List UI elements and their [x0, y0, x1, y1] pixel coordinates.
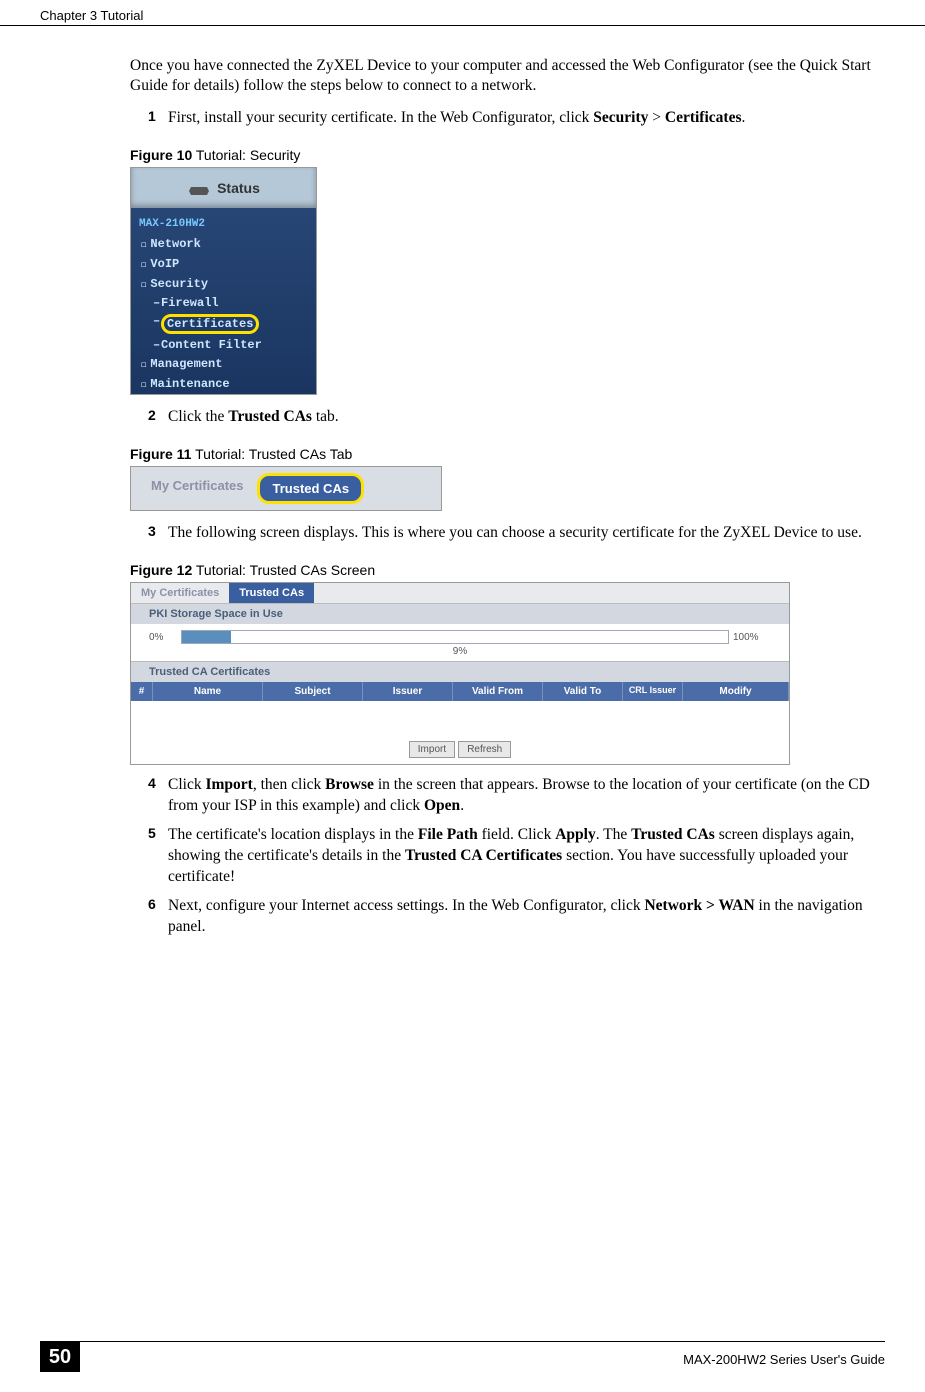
nav-content-filter[interactable]: Content Filter — [131, 336, 316, 354]
cert-table-header: # Name Subject Issuer Valid From Valid T… — [131, 682, 789, 701]
col-valid-to: Valid To — [543, 682, 623, 701]
page-header: Chapter 3 Tutorial — [0, 0, 925, 26]
cert-buttons: Import Refresh — [131, 737, 789, 764]
step-text: The certificate's location displays in t… — [168, 825, 885, 888]
col-subject: Subject — [263, 682, 363, 701]
highlight-certificates: Certificates — [161, 314, 259, 334]
storage-100pct: 100% — [733, 632, 771, 643]
tab-my-certificates[interactable]: My Certificates — [139, 473, 255, 504]
step-text: Click the Trusted CAs tab. — [168, 407, 339, 428]
step-number: 1 — [148, 108, 168, 129]
col-modify: Modify — [683, 682, 789, 701]
step-number: 5 — [148, 825, 168, 888]
chapter-label: Chapter 3 Tutorial — [40, 8, 143, 23]
nav-status-button[interactable]: Status — [131, 168, 316, 208]
figure-11-tabs: My Certificates Trusted CAs — [130, 466, 442, 511]
refresh-button[interactable]: Refresh — [458, 741, 511, 758]
step-text: The following screen displays. This is w… — [168, 523, 862, 544]
storage-row: 0% 100% — [131, 624, 789, 646]
figure-11-label: Figure 11 Tutorial: Trusted CAs Tab — [130, 446, 885, 462]
col-name: Name — [153, 682, 263, 701]
intro-paragraph: Once you have connected the ZyXEL Device… — [130, 56, 885, 96]
storage-progress-bar — [181, 630, 729, 644]
col-num: # — [131, 682, 153, 701]
import-button[interactable]: Import — [409, 741, 455, 758]
trusted-ca-cert-header: Trusted CA Certificates — [131, 661, 789, 682]
footer-guide-label: MAX-200HW2 Series User's Guide — [683, 1352, 885, 1367]
figure-10-label: Figure 10 Tutorial: Security — [130, 147, 885, 163]
figure-10-nav-panel: Status MAX-210HW2 Network VoIP Security … — [130, 167, 317, 395]
step-number: 6 — [148, 896, 168, 938]
nav-model-label: MAX-210HW2 — [131, 208, 316, 234]
cert-table-empty — [131, 701, 789, 737]
nav-certificates[interactable]: Certificates — [131, 312, 316, 336]
step-text: First, install your security certificate… — [168, 108, 745, 129]
status-icon — [187, 179, 211, 197]
nav-network[interactable]: Network — [131, 234, 316, 254]
nav-management[interactable]: Management — [131, 354, 316, 374]
nav-voip[interactable]: VoIP — [131, 254, 316, 274]
storage-progress-fill — [182, 631, 231, 643]
figure-12-label: Figure 12 Tutorial: Trusted CAs Screen — [130, 562, 885, 578]
step-3: 3 The following screen displays. This is… — [148, 523, 885, 544]
page-number: 50 — [40, 1342, 80, 1372]
step-text: Click Import, then click Browse in the s… — [168, 775, 885, 817]
nav-firewall[interactable]: Firewall — [131, 294, 316, 312]
tab-trusted-cas-2[interactable]: Trusted CAs — [229, 583, 314, 603]
col-valid-from: Valid From — [453, 682, 543, 701]
figure-12-screen: My Certificates Trusted CAs PKI Storage … — [130, 582, 790, 765]
pki-storage-header: PKI Storage Space in Use — [131, 603, 789, 624]
fig12-tabs: My Certificates Trusted CAs — [131, 583, 789, 603]
step-number: 3 — [148, 523, 168, 544]
nav-security[interactable]: Security — [131, 274, 316, 294]
step-6: 6 Next, configure your Internet access s… — [148, 896, 885, 938]
tab-trusted-cas[interactable]: Trusted CAs — [257, 473, 364, 504]
step-text: Next, configure your Internet access set… — [168, 896, 885, 938]
step-number: 2 — [148, 407, 168, 428]
step-2: 2 Click the Trusted CAs tab. — [148, 407, 885, 428]
page-footer: 50 MAX-200HW2 Series User's Guide — [40, 1341, 885, 1372]
step-4: 4 Click Import, then click Browse in the… — [148, 775, 885, 817]
main-content: Once you have connected the ZyXEL Device… — [0, 26, 925, 938]
storage-used-pct: 9% — [131, 646, 789, 661]
col-crl-issuer: CRL Issuer — [623, 682, 683, 701]
storage-0pct: 0% — [149, 632, 177, 643]
col-issuer: Issuer — [363, 682, 453, 701]
tab-my-certificates-2[interactable]: My Certificates — [131, 583, 229, 603]
step-1: 1 First, install your security certifica… — [148, 108, 885, 129]
nav-maintenance[interactable]: Maintenance — [131, 374, 316, 394]
step-5: 5 The certificate's location displays in… — [148, 825, 885, 888]
step-number: 4 — [148, 775, 168, 817]
